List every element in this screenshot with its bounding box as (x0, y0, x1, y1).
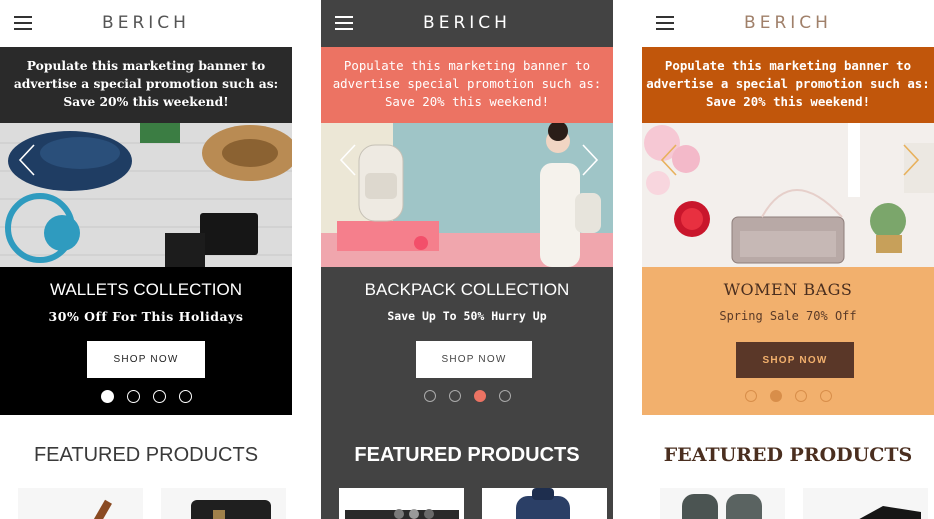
slide-title: WOMEN BAGS (723, 280, 853, 299)
slide-subtitle: Save Up To 50% Hurry Up (387, 309, 547, 323)
shop-now-button[interactable]: SHOP NOW (736, 342, 854, 378)
carousel-slide: BACKPACK COLLECTION Save Up To 50% Hurry… (321, 267, 613, 415)
header-bar: BERICH (0, 0, 292, 47)
shop-now-button[interactable]: SHOP NOW (87, 341, 205, 378)
promo-banner: Populate this marketing banner to advert… (642, 47, 934, 123)
product-card[interactable] (339, 488, 464, 519)
hero-image-wallets (0, 123, 292, 267)
brand-logo[interactable]: BERICH (642, 13, 934, 33)
carousel-dot-2[interactable] (769, 390, 782, 402)
product-card[interactable] (18, 488, 143, 519)
chevron-right-icon[interactable] (579, 143, 601, 177)
section-title: FEATURED PRODUCTS (33, 444, 259, 466)
header-bar: BERICH (321, 0, 613, 47)
hero-image-women-bags (642, 123, 934, 267)
hero-image-backpacks (321, 123, 613, 267)
shop-now-button[interactable]: SHOP NOW (416, 341, 532, 378)
promo-banner: Populate this marketing banner to advert… (321, 47, 613, 123)
carousel-dot-4[interactable] (498, 390, 511, 402)
chevron-left-icon[interactable] (16, 143, 38, 177)
product-card[interactable] (482, 488, 607, 519)
featured-products-section: FEATURED PRODUCTS (321, 415, 613, 519)
carousel-slide: WALLETS COLLECTION 30% Off For This Holi… (0, 267, 292, 415)
carousel-dot-1[interactable] (423, 390, 436, 402)
slide-subtitle: Spring Sale 70% Off (719, 309, 857, 323)
promo-banner: Populate this marketing banner to advert… (0, 47, 292, 123)
chevron-left-icon[interactable] (658, 143, 680, 177)
phone-mockup-wallets: BERICH Populate this marketing banner to… (0, 0, 292, 519)
carousel-slide: WOMEN BAGS Spring Sale 70% Off SHOP NOW (642, 267, 934, 415)
carousel-dot-4[interactable] (819, 390, 832, 402)
carousel-dot-2[interactable] (126, 390, 140, 403)
brand-logo[interactable]: BERICH (0, 13, 292, 33)
phone-mockup-backpacks: BERICH Populate this marketing banner to… (321, 0, 613, 519)
chevron-right-icon[interactable] (900, 143, 922, 177)
section-title: FEATURED PRODUCTS (354, 444, 580, 466)
slide-subtitle: 30% Off For This Holidays (48, 309, 244, 324)
chevron-left-icon[interactable] (337, 143, 359, 177)
carousel-dot-3[interactable] (794, 390, 807, 402)
slide-title: WALLETS COLLECTION (49, 280, 243, 299)
product-card[interactable] (803, 488, 928, 519)
carousel-dot-4[interactable] (178, 390, 192, 403)
carousel-dot-2[interactable] (448, 390, 461, 402)
product-card[interactable] (660, 488, 785, 519)
featured-products-section: FEATURED PRODUCTS (0, 415, 292, 519)
section-title: FEATURED PRODUCTS (663, 444, 913, 466)
phone-mockup-women-bags: BERICH Populate this marketing banner to… (642, 0, 934, 519)
product-card[interactable] (161, 488, 286, 519)
carousel-pagination (321, 390, 613, 404)
carousel-dot-3[interactable] (473, 390, 486, 402)
slide-title: BACKPACK COLLECTION (364, 280, 570, 299)
carousel-dot-3[interactable] (152, 390, 166, 403)
carousel-dot-1[interactable] (744, 390, 757, 402)
carousel-pagination (0, 390, 292, 404)
brand-logo[interactable]: BERICH (321, 13, 613, 33)
header-bar: BERICH (642, 0, 934, 47)
carousel-pagination (642, 390, 934, 404)
carousel-dot-1[interactable] (100, 390, 114, 403)
featured-products-section: FEATURED PRODUCTS (642, 415, 934, 519)
